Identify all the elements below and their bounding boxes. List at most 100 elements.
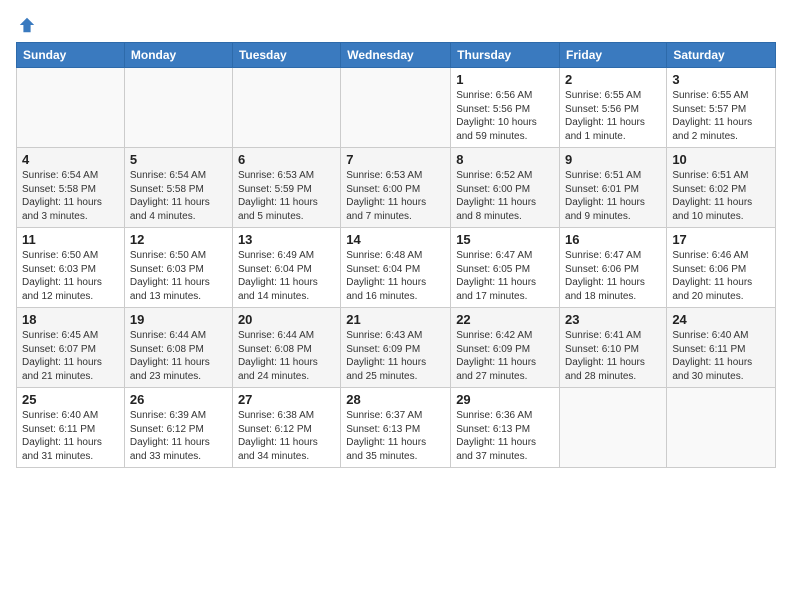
day-info: Sunrise: 6:51 AM Sunset: 6:02 PM Dayligh…	[672, 169, 770, 223]
calendar-week-row: 18 Sunrise: 6:45 AM Sunset: 6:07 PM Dayli…	[17, 308, 776, 388]
day-info: Sunrise: 6:40 AM Sunset: 6:11 PM Dayligh…	[672, 329, 770, 383]
day-number: 21	[346, 312, 445, 327]
header-sunday: Sunday	[17, 43, 125, 68]
day-info: Sunrise: 6:42 AM Sunset: 6:09 PM Dayligh…	[456, 329, 554, 383]
day-number: 19	[130, 312, 227, 327]
day-info: Sunrise: 6:56 AM Sunset: 5:56 PM Dayligh…	[456, 89, 554, 143]
calendar-cell: 22 Sunrise: 6:42 AM Sunset: 6:09 PM Dayli…	[451, 308, 560, 388]
day-number: 18	[22, 312, 119, 327]
day-info: Sunrise: 6:40 AM Sunset: 6:11 PM Dayligh…	[22, 409, 119, 463]
calendar-cell: 27 Sunrise: 6:38 AM Sunset: 6:12 PM Dayli…	[232, 388, 340, 468]
logo-icon	[18, 16, 36, 34]
day-number: 1	[456, 72, 554, 87]
calendar-cell: 26 Sunrise: 6:39 AM Sunset: 6:12 PM Dayli…	[124, 388, 232, 468]
day-info: Sunrise: 6:48 AM Sunset: 6:04 PM Dayligh…	[346, 249, 445, 303]
day-number: 15	[456, 232, 554, 247]
day-number: 29	[456, 392, 554, 407]
calendar-cell: 23 Sunrise: 6:41 AM Sunset: 6:10 PM Dayli…	[560, 308, 667, 388]
day-info: Sunrise: 6:52 AM Sunset: 6:00 PM Dayligh…	[456, 169, 554, 223]
page-header	[16, 16, 776, 34]
calendar-cell: 16 Sunrise: 6:47 AM Sunset: 6:06 PM Dayli…	[560, 228, 667, 308]
day-number: 25	[22, 392, 119, 407]
day-info: Sunrise: 6:44 AM Sunset: 6:08 PM Dayligh…	[238, 329, 335, 383]
calendar-cell: 8 Sunrise: 6:52 AM Sunset: 6:00 PM Daylig…	[451, 148, 560, 228]
day-number: 11	[22, 232, 119, 247]
calendar-cell	[232, 68, 340, 148]
day-info: Sunrise: 6:49 AM Sunset: 6:04 PM Dayligh…	[238, 249, 335, 303]
calendar-cell: 1 Sunrise: 6:56 AM Sunset: 5:56 PM Daylig…	[451, 68, 560, 148]
day-info: Sunrise: 6:41 AM Sunset: 6:10 PM Dayligh…	[565, 329, 661, 383]
day-info: Sunrise: 6:45 AM Sunset: 6:07 PM Dayligh…	[22, 329, 119, 383]
header-friday: Friday	[560, 43, 667, 68]
calendar-cell: 12Sunrise: 6:50 AM Sunset: 6:03 PM Dayli…	[124, 228, 232, 308]
calendar-week-row: 11 Sunrise: 6:50 AM Sunset: 6:03 PM Dayli…	[17, 228, 776, 308]
calendar-cell: 11 Sunrise: 6:50 AM Sunset: 6:03 PM Dayli…	[17, 228, 125, 308]
calendar-cell: 21 Sunrise: 6:43 AM Sunset: 6:09 PM Dayli…	[341, 308, 451, 388]
day-number: 16	[565, 232, 661, 247]
day-number: 14	[346, 232, 445, 247]
calendar-cell	[341, 68, 451, 148]
day-number: 24	[672, 312, 770, 327]
day-info: Sunrise: 6:36 AM Sunset: 6:13 PM Dayligh…	[456, 409, 554, 463]
calendar-cell: 25 Sunrise: 6:40 AM Sunset: 6:11 PM Dayli…	[17, 388, 125, 468]
day-number: 12	[130, 232, 227, 247]
day-number: 3	[672, 72, 770, 87]
day-number: 8	[456, 152, 554, 167]
day-info: Sunrise: 6:54 AM Sunset: 5:58 PM Dayligh…	[22, 169, 119, 223]
calendar-cell	[667, 388, 776, 468]
calendar-cell: 15Sunrise: 6:47 AM Sunset: 6:05 PM Dayli…	[451, 228, 560, 308]
header-saturday: Saturday	[667, 43, 776, 68]
day-number: 6	[238, 152, 335, 167]
day-number: 28	[346, 392, 445, 407]
calendar-cell: 17 Sunrise: 6:46 AM Sunset: 6:06 PM Dayli…	[667, 228, 776, 308]
calendar-cell: 20 Sunrise: 6:44 AM Sunset: 6:08 PM Dayli…	[232, 308, 340, 388]
day-number: 2	[565, 72, 661, 87]
calendar-cell: 19 Sunrise: 6:44 AM Sunset: 6:08 PM Dayli…	[124, 308, 232, 388]
day-number: 13	[238, 232, 335, 247]
logo	[16, 16, 36, 34]
day-info: Sunrise: 6:51 AM Sunset: 6:01 PM Dayligh…	[565, 169, 661, 223]
calendar-cell: 29 Sunrise: 6:36 AM Sunset: 6:13 PM Dayli…	[451, 388, 560, 468]
header-wednesday: Wednesday	[341, 43, 451, 68]
day-info: Sunrise: 6:39 AM Sunset: 6:12 PM Dayligh…	[130, 409, 227, 463]
day-number: 10	[672, 152, 770, 167]
day-info: Sunrise: 6:38 AM Sunset: 6:12 PM Dayligh…	[238, 409, 335, 463]
day-number: 7	[346, 152, 445, 167]
day-number: 26	[130, 392, 227, 407]
calendar-cell: 2 Sunrise: 6:55 AM Sunset: 5:56 PM Daylig…	[560, 68, 667, 148]
day-info: Sunrise: 6:55 AM Sunset: 5:56 PM Dayligh…	[565, 89, 661, 143]
calendar-table: SundayMondayTuesdayWednesdayThursdayFrid…	[16, 42, 776, 468]
day-info: Sunrise: 6:53 AM Sunset: 6:00 PM Dayligh…	[346, 169, 445, 223]
calendar-week-row: 1 Sunrise: 6:56 AM Sunset: 5:56 PM Daylig…	[17, 68, 776, 148]
day-number: 5	[130, 152, 227, 167]
day-number: 22	[456, 312, 554, 327]
day-info: Sunrise: 6:37 AM Sunset: 6:13 PM Dayligh…	[346, 409, 445, 463]
day-info: Sunrise: 6:43 AM Sunset: 6:09 PM Dayligh…	[346, 329, 445, 383]
calendar-cell: 14 Sunrise: 6:48 AM Sunset: 6:04 PM Dayli…	[341, 228, 451, 308]
calendar-cell: 24 Sunrise: 6:40 AM Sunset: 6:11 PM Dayli…	[667, 308, 776, 388]
day-number: 20	[238, 312, 335, 327]
calendar-cell	[124, 68, 232, 148]
calendar-cell: 18 Sunrise: 6:45 AM Sunset: 6:07 PM Dayli…	[17, 308, 125, 388]
day-info: Sunrise: 6:47 AM Sunset: 6:06 PM Dayligh…	[565, 249, 661, 303]
calendar-week-row: 4 Sunrise: 6:54 AM Sunset: 5:58 PM Daylig…	[17, 148, 776, 228]
calendar-cell: 7 Sunrise: 6:53 AM Sunset: 6:00 PM Daylig…	[341, 148, 451, 228]
day-info: Sunrise: 6:50 AM Sunset: 6:03 PM Dayligh…	[22, 249, 119, 303]
calendar-cell	[560, 388, 667, 468]
day-number: 27	[238, 392, 335, 407]
header-monday: Monday	[124, 43, 232, 68]
day-info: Sunrise: 6:44 AM Sunset: 6:08 PM Dayligh…	[130, 329, 227, 383]
day-info: Sunrise: 6:53 AM Sunset: 5:59 PM Dayligh…	[238, 169, 335, 223]
day-number: 17	[672, 232, 770, 247]
day-number: 23	[565, 312, 661, 327]
day-info: Sunrise: 6:54 AM Sunset: 5:58 PM Dayligh…	[130, 169, 227, 223]
calendar-header-row: SundayMondayTuesdayWednesdayThursdayFrid…	[17, 43, 776, 68]
calendar-cell: 3Sunrise: 6:55 AM Sunset: 5:57 PM Daylig…	[667, 68, 776, 148]
day-info: Sunrise: 6:46 AM Sunset: 6:06 PM Dayligh…	[672, 249, 770, 303]
day-number: 4	[22, 152, 119, 167]
calendar-cell: 4 Sunrise: 6:54 AM Sunset: 5:58 PM Daylig…	[17, 148, 125, 228]
calendar-cell: 5 Sunrise: 6:54 AM Sunset: 5:58 PM Daylig…	[124, 148, 232, 228]
day-number: 9	[565, 152, 661, 167]
calendar-cell: 9 Sunrise: 6:51 AM Sunset: 6:01 PM Daylig…	[560, 148, 667, 228]
calendar-cell: 10 Sunrise: 6:51 AM Sunset: 6:02 PM Dayli…	[667, 148, 776, 228]
